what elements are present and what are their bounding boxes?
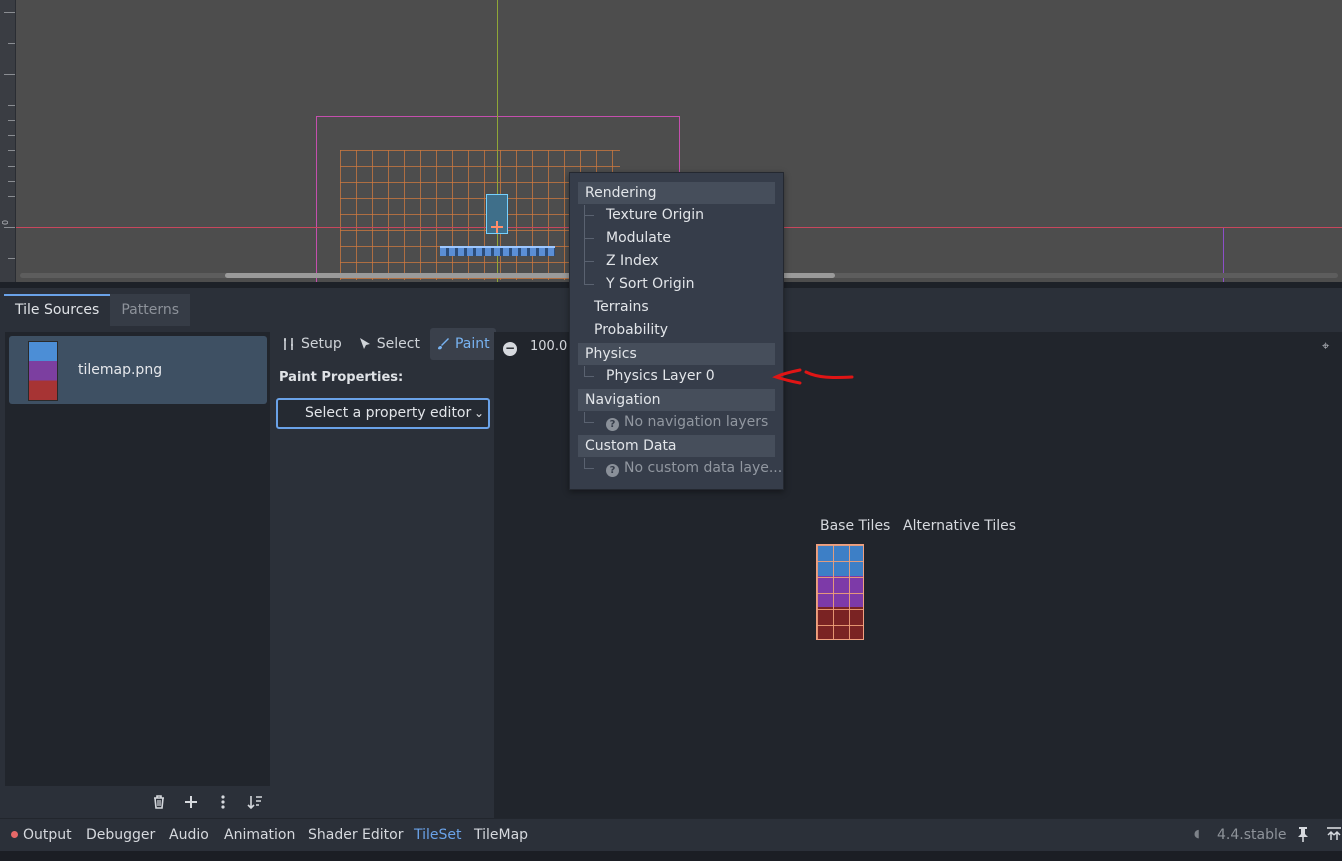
paint-button[interactable]: Paint <box>429 328 496 360</box>
dock-tab-tilemap[interactable]: TileMap <box>474 824 528 846</box>
property-editor-select[interactable]: Select a property editor ⌄ <box>276 398 490 429</box>
cursor-icon <box>359 338 370 349</box>
pin-icon[interactable] <box>1297 826 1311 842</box>
base-tiles-label: Base Tiles <box>820 518 891 534</box>
tileset-editor-column: Setup Select Paint Paint Properties: Sel… <box>276 328 496 788</box>
zoom-value[interactable]: 100.0 <box>530 339 567 354</box>
y-axis-line <box>497 0 498 282</box>
menu-item-y-sort-origin[interactable]: Y Sort Origin <box>606 273 694 295</box>
player-origin-icon <box>491 221 503 233</box>
trash-icon[interactable] <box>150 794 168 812</box>
source-item-label: tilemap.png <box>78 362 163 378</box>
setup-button[interactable]: Setup <box>276 328 348 360</box>
menu-item-texture-origin[interactable]: Texture Origin <box>606 204 704 226</box>
select-button[interactable]: Select <box>352 328 426 360</box>
no-custom-data-label: No custom data laye... <box>624 460 783 476</box>
menu-item-no-custom-data: ? No custom data laye... <box>606 457 782 479</box>
editor-mode-bar: Setup Select Paint <box>276 328 496 360</box>
ruler-zero-label: 0 <box>1 219 11 226</box>
menu-section-custom-data[interactable]: Custom Data <box>578 435 775 457</box>
dock-tab-tileset[interactable]: TileSet <box>414 824 462 846</box>
paint-property-menu: Rendering Texture Origin Modulate Z Inde… <box>569 172 784 490</box>
tile-sources-list: tilemap.png <box>5 332 270 786</box>
paint-properties-label: Paint Properties: <box>279 370 404 385</box>
output-label: Output <box>23 827 72 843</box>
help-icon: ? <box>606 464 619 477</box>
add-icon[interactable] <box>182 794 200 812</box>
menu-item-terrains[interactable]: Terrains <box>594 296 649 318</box>
property-editor-value: Select a property editor <box>305 405 472 421</box>
menu-section-physics[interactable]: Physics <box>578 343 775 365</box>
paint-label: Paint <box>454 336 490 352</box>
center-view-icon[interactable]: ⌖ <box>1322 340 1336 354</box>
menu-section-rendering[interactable]: Rendering <box>578 182 775 204</box>
no-navigation-label: No navigation layers <box>624 414 769 430</box>
menu-item-physics-layer-0[interactable]: Physics Layer 0 <box>606 365 715 387</box>
dock-tab-audio[interactable]: Audio <box>169 824 209 846</box>
brush-icon <box>437 338 449 350</box>
dock-tab-shader-editor[interactable]: Shader Editor <box>308 824 403 846</box>
panel-tabs: Tile Sources Patterns <box>4 294 191 326</box>
version-label[interactable]: 4.4.stable <box>1217 824 1286 846</box>
source-thumbnail <box>28 341 58 401</box>
more-options-icon[interactable] <box>214 794 232 812</box>
menu-item-modulate[interactable]: Modulate <box>606 227 671 249</box>
dock-tab-output[interactable]: Output <box>11 824 72 846</box>
tile-atlas-image[interactable] <box>816 544 864 640</box>
select-label: Select <box>376 336 420 352</box>
dock-tab-debugger[interactable]: Debugger <box>86 824 155 846</box>
zoom-out-icon[interactable]: − <box>503 342 517 356</box>
menu-item-probability[interactable]: Probability <box>594 319 668 341</box>
tab-tile-sources[interactable]: Tile Sources <box>4 294 111 326</box>
error-dot-icon <box>11 831 18 838</box>
tab-patterns[interactable]: Patterns <box>110 294 191 326</box>
setup-label: Setup <box>301 336 342 352</box>
annotation-arrow-icon <box>772 368 854 385</box>
menu-section-navigation[interactable]: Navigation <box>578 389 775 411</box>
dock-tab-animation[interactable]: Animation <box>224 824 295 846</box>
alternative-tiles-label: Alternative Tiles <box>903 518 1017 534</box>
sort-icon[interactable] <box>246 794 264 812</box>
vertical-ruler: 0 <box>0 0 16 282</box>
window-bottom-edge <box>0 851 1342 861</box>
update-icon[interactable]: ◖ <box>1194 828 1206 840</box>
chevron-down-icon: ⌄ <box>473 406 484 420</box>
source-item-tilemap[interactable]: tilemap.png <box>9 336 267 404</box>
tile-platform <box>440 246 555 256</box>
wrench-icon <box>284 338 293 350</box>
menu-item-no-navigation: ? No navigation layers <box>606 411 768 433</box>
help-icon: ? <box>606 418 619 431</box>
source-toolbar <box>150 794 264 812</box>
menu-item-z-index[interactable]: Z Index <box>606 250 659 272</box>
expand-panel-icon[interactable] <box>1326 826 1342 842</box>
